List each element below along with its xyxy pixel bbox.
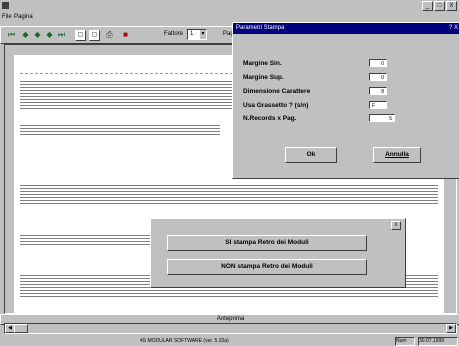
- dialog-titlebar: Parametri Stampa ? X: [233, 23, 459, 34]
- menu-file[interactable]: File: [2, 14, 12, 20]
- records-per-page-field[interactable]: 5: [369, 114, 395, 122]
- dialog-title: Parametri Stampa: [236, 25, 285, 31]
- bold-field[interactable]: F: [369, 101, 387, 109]
- first-page-icon[interactable]: ⏮: [7, 30, 16, 39]
- status-num: Num: [395, 337, 415, 346]
- next-page-icon[interactable]: ◆: [33, 30, 42, 39]
- zoom-value: 1: [190, 31, 194, 37]
- page-view-icon[interactable]: ▢: [75, 30, 86, 41]
- field-label-left-margin: Margine Sin.: [243, 60, 282, 67]
- print-back-yes-button[interactable]: SI stampa Retro dei Moduli: [167, 235, 367, 251]
- cancel-button[interactable]: Annulla: [373, 147, 421, 163]
- maximize-button[interactable]: □: [434, 1, 445, 11]
- left-margin-field[interactable]: 0: [369, 59, 387, 67]
- menu-pagina[interactable]: Pagina: [14, 14, 33, 20]
- print-back-no-button[interactable]: NON stampa Retro dei Moduli: [167, 259, 367, 275]
- zoom-select[interactable]: 1 ▾: [187, 29, 207, 40]
- window-controls: _ □ X: [422, 1, 457, 11]
- minimize-button[interactable]: _: [422, 1, 433, 11]
- scroll-right-icon[interactable]: ▶: [446, 324, 456, 333]
- zoom-label: Fattore: [164, 31, 184, 37]
- chevron-down-icon: ▾: [200, 30, 206, 39]
- close-button[interactable]: X: [446, 1, 457, 11]
- print-icon[interactable]: ⎙: [105, 30, 114, 39]
- char-size-field[interactable]: 8: [369, 87, 387, 95]
- status-app-name: 4S MODULAR SOFTWARE (ver. 5.32a): [140, 338, 229, 344]
- top-margin-field[interactable]: 0: [369, 73, 387, 81]
- field-label-records-per-page: N.Records x Pag.: [243, 115, 297, 122]
- field-label-char-size: Dimensione Carattere: [243, 88, 311, 95]
- exit-icon[interactable]: ■: [121, 30, 130, 39]
- app-icon: [2, 2, 9, 9]
- field-label-bold: Usa Grassetto ? (s/n): [243, 102, 309, 109]
- dialog-help-close-icon[interactable]: ? X: [449, 23, 458, 34]
- window-titlebar: _ □ X: [0, 0, 459, 12]
- ok-button[interactable]: Ok: [285, 147, 337, 163]
- status-date: 30.07.1999: [418, 337, 458, 346]
- prev-page-icon[interactable]: ◆: [21, 30, 30, 39]
- last-page-icon[interactable]: ◆: [45, 30, 54, 39]
- print-back-dialog: X SI stampa Retro dei Moduli NON stampa …: [150, 218, 406, 288]
- jump-icon[interactable]: ⏭: [57, 30, 66, 39]
- two-page-icon[interactable]: ▢: [89, 30, 100, 41]
- retro-close-button[interactable]: X: [391, 221, 401, 230]
- print-parameters-dialog: Parametri Stampa ? X Margine Sin. 0 Marg…: [232, 22, 459, 179]
- field-label-top-margin: Margine Sup.: [243, 74, 284, 81]
- status-bar: 4S MODULAR SOFTWARE (ver. 5.32a) Num 30.…: [0, 336, 459, 346]
- horizontal-scrollbar[interactable]: ◀ ▶: [4, 323, 457, 334]
- scroll-thumb[interactable]: [14, 324, 28, 333]
